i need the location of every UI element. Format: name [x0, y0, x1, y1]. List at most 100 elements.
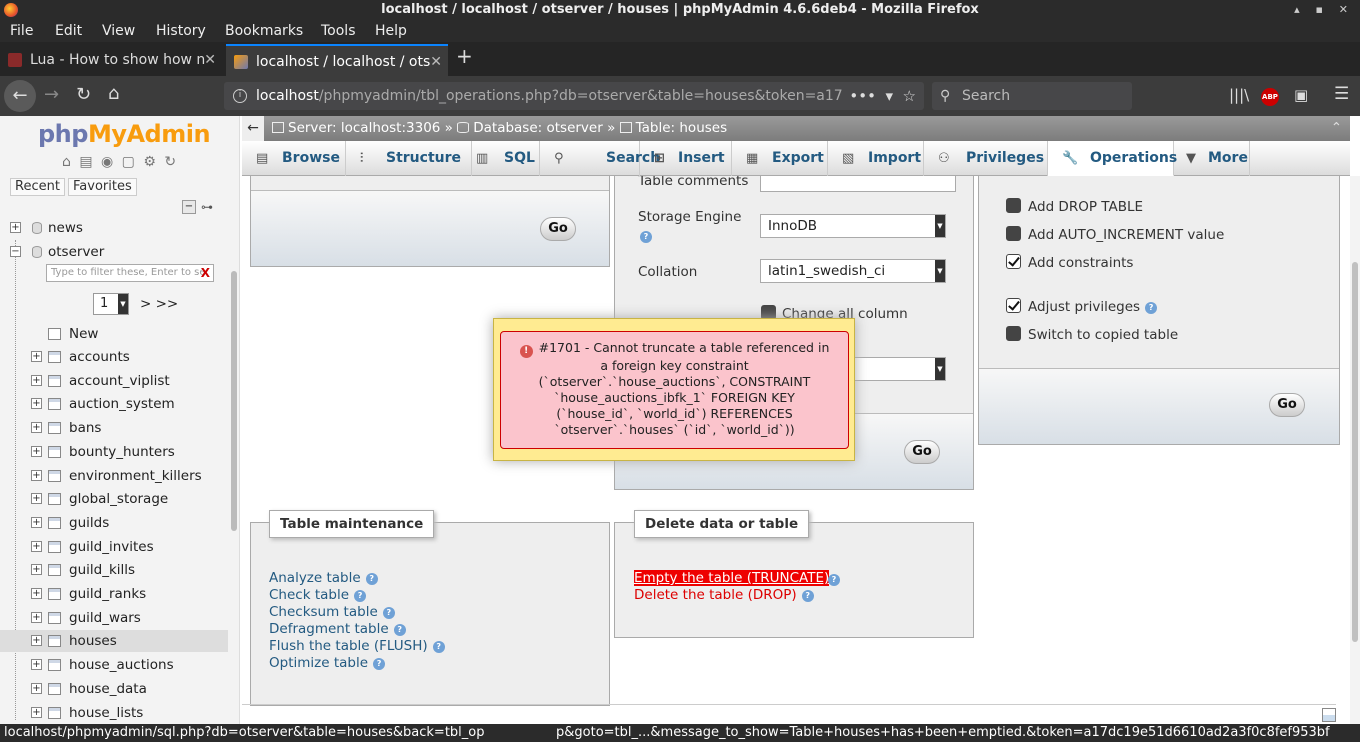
browser-tab-phpmyadmin[interactable]: localhost / localhost / ots ✕ — [226, 44, 448, 76]
sidebar-table-item[interactable]: + bounty_hunters — [0, 441, 228, 463]
tab-export[interactable]: ▦ Export — [732, 141, 828, 176]
tab-browse[interactable]: ▤ Browse — [242, 141, 346, 176]
truncate-table-link[interactable]: Empty the table (TRUNCATE) — [634, 570, 830, 586]
clear-filter-icon[interactable]: X — [201, 265, 210, 281]
expand-icon[interactable]: + — [31, 706, 42, 718]
window-controls[interactable]: ▴ ▪ ✕ — [1294, 0, 1354, 20]
new-tab-plus-icon[interactable]: + — [456, 44, 473, 68]
add-drop-table-checkbox[interactable] — [1006, 198, 1021, 213]
sidebar-table-item[interactable]: + house_auctions — [0, 654, 228, 676]
expand-icon[interactable]: + — [31, 469, 42, 481]
menu-view[interactable]: View — [102, 23, 135, 39]
drop-table-link[interactable]: Delete the table (DROP)? — [634, 587, 814, 603]
expand-icon[interactable]: + — [31, 588, 42, 599]
help-icon[interactable]: ? — [382, 607, 395, 619]
menu-file[interactable]: File — [10, 23, 33, 39]
expand-icon[interactable]: + — [31, 540, 42, 552]
expand-icon[interactable]: + — [31, 493, 42, 505]
breadcrumb-table[interactable]: Table: houses — [636, 120, 728, 136]
expand-icon[interactable]: + — [31, 445, 42, 457]
help-icon[interactable]: ? — [365, 573, 378, 585]
sidebar-table-item[interactable]: + accounts — [0, 346, 228, 368]
home-icon[interactable]: ⌂ — [108, 83, 119, 104]
help-icon[interactable]: ? — [354, 590, 367, 602]
maintenance-link[interactable]: Checksum table? — [269, 604, 395, 620]
browser-tab-lua[interactable]: Lua - How to show how n ✕ — [0, 44, 222, 76]
quick-links-icons[interactable]: ⌂ ▤ ◉ ▢ ⚙ ↻ — [62, 154, 178, 170]
tab-structure[interactable]: ⫶ Structure — [346, 141, 472, 176]
help-icon[interactable]: ? — [828, 574, 840, 586]
phpmyadmin-logo[interactable]: phpMyAdmin — [38, 120, 211, 148]
sidebar-table-item[interactable]: + guild_ranks — [0, 583, 228, 605]
db-news[interactable]: + news — [0, 217, 228, 239]
url-bar[interactable]: i localhost/phpmyadmin/tbl_operations.ph… — [224, 82, 924, 110]
search-input[interactable]: ⚲ Search — [932, 82, 1132, 110]
tab-more[interactable]: ▼ More — [1174, 141, 1250, 176]
switch-copied-checkbox[interactable] — [1006, 326, 1021, 341]
expand-icon[interactable]: + — [31, 422, 42, 434]
add-auto-increment-checkbox[interactable] — [1006, 226, 1021, 241]
chevron-up-icon[interactable]: ⌃ — [1331, 116, 1342, 141]
sidebar-table-item[interactable]: + account_viplist — [0, 370, 228, 392]
maintenance-link[interactable]: Check table? — [269, 587, 367, 603]
breadcrumb-server[interactable]: Server: localhost:3306 — [288, 120, 440, 136]
next-page-link[interactable]: > >> — [140, 296, 178, 312]
forward-arrow-icon[interactable]: → — [44, 84, 59, 105]
help-icon[interactable]: ? — [432, 641, 445, 653]
maintenance-link[interactable]: Flush the table (FLUSH)? — [269, 638, 445, 654]
page-actions-icon[interactable]: ••• ▾ ☆ — [843, 82, 916, 110]
menu-help[interactable]: Help — [375, 23, 407, 39]
sidebar-table-item[interactable]: + guild_wars — [0, 607, 228, 629]
sidebar-table-item[interactable]: + house_lists — [0, 702, 228, 724]
collapse-all-icon[interactable]: − — [182, 200, 196, 214]
add-constraints-checkbox[interactable] — [1006, 254, 1021, 269]
expand-icon[interactable]: + — [31, 564, 42, 576]
tab-search[interactable]: ⚲ Search — [540, 141, 660, 176]
maintenance-link[interactable]: Defragment table? — [269, 621, 406, 637]
sidebar-table-item[interactable]: + house_data — [0, 678, 228, 700]
close-icon[interactable]: ✕ — [430, 46, 442, 76]
expand-icon[interactable]: + — [31, 635, 42, 647]
expand-icon[interactable]: + — [31, 351, 42, 362]
close-icon[interactable]: ✕ — [204, 44, 216, 76]
adjust-privileges-checkbox[interactable] — [1006, 298, 1021, 313]
go-button[interactable]: Go — [540, 217, 576, 241]
toggle-navigation-icon[interactable]: ← — [242, 116, 264, 141]
maintenance-link[interactable]: Analyze table? — [269, 570, 378, 586]
expand-icon[interactable]: + — [31, 516, 42, 528]
sidebar-table-item[interactable]: + auction_system — [0, 393, 228, 415]
main-scrollbar[interactable] — [1350, 176, 1360, 724]
expand-icon[interactable]: + — [31, 374, 42, 386]
expand-icon[interactable]: + — [31, 659, 42, 671]
maintenance-link[interactable]: Optimize table? — [269, 655, 386, 671]
menu-history[interactable]: History — [156, 23, 206, 39]
collapse-icon[interactable]: − — [10, 246, 21, 257]
sidebar-table-item[interactable]: + bans — [0, 417, 228, 439]
link-with-main-icon[interactable]: ⊶ — [201, 200, 213, 214]
page-select[interactable]: 1 ▼ — [93, 293, 129, 315]
adblock-icon[interactable]: ABP — [1261, 88, 1279, 106]
expand-icon[interactable]: + — [31, 611, 42, 623]
go-button[interactable]: Go — [1269, 393, 1305, 417]
expand-icon[interactable]: + — [31, 682, 42, 694]
tab-sql[interactable]: ▥ SQL — [472, 141, 540, 176]
favorites-tab[interactable]: Favorites — [68, 178, 137, 196]
table-comments-input[interactable] — [760, 176, 956, 192]
menu-tools[interactable]: Tools — [321, 23, 356, 39]
sidebar-table-item[interactable]: + guild_invites — [0, 536, 228, 558]
breadcrumb-database[interactable]: Database: otserver — [473, 120, 603, 136]
back-arrow-icon[interactable]: ← — [4, 80, 36, 112]
info-icon[interactable]: i — [233, 89, 247, 103]
sidebar-table-item[interactable]: + houses — [0, 630, 228, 653]
recent-tab[interactable]: Recent — [10, 178, 65, 196]
help-icon[interactable]: ? — [1145, 302, 1158, 314]
tab-import[interactable]: ▧ Import — [828, 141, 924, 176]
new-table[interactable]: New — [0, 323, 228, 345]
help-icon[interactable]: ? — [393, 624, 406, 636]
help-icon[interactable]: ? — [801, 590, 814, 602]
menu-edit[interactable]: Edit — [55, 23, 82, 39]
sidebar-icon[interactable]: ▣ — [1294, 86, 1308, 104]
help-icon[interactable]: ? — [640, 231, 652, 243]
console-icon[interactable] — [1322, 708, 1336, 722]
tab-privileges[interactable]: ⚇ Privileges — [924, 141, 1048, 176]
